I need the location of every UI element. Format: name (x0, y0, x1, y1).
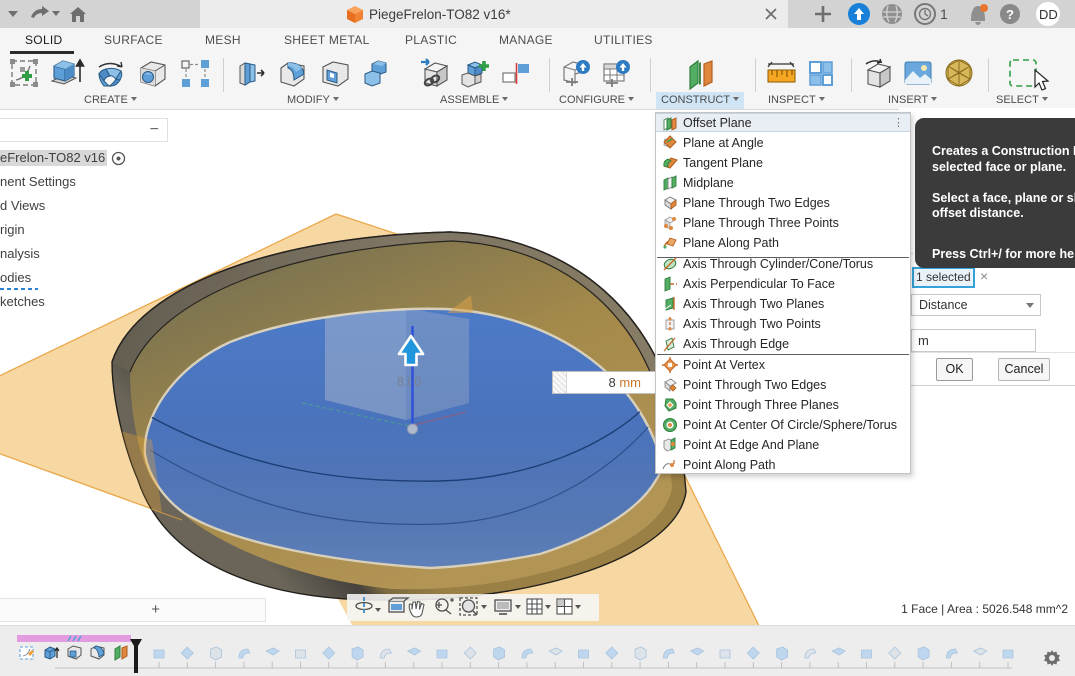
svg-text:1: 1 (940, 6, 948, 22)
svg-text:DD: DD (1039, 7, 1058, 22)
svg-text:?: ? (1006, 7, 1014, 22)
svg-text:PiegeFrelon-TO82 v16*: PiegeFrelon-TO82 v16* (369, 7, 511, 22)
svg-text:8.00: 8.00 (397, 375, 421, 389)
